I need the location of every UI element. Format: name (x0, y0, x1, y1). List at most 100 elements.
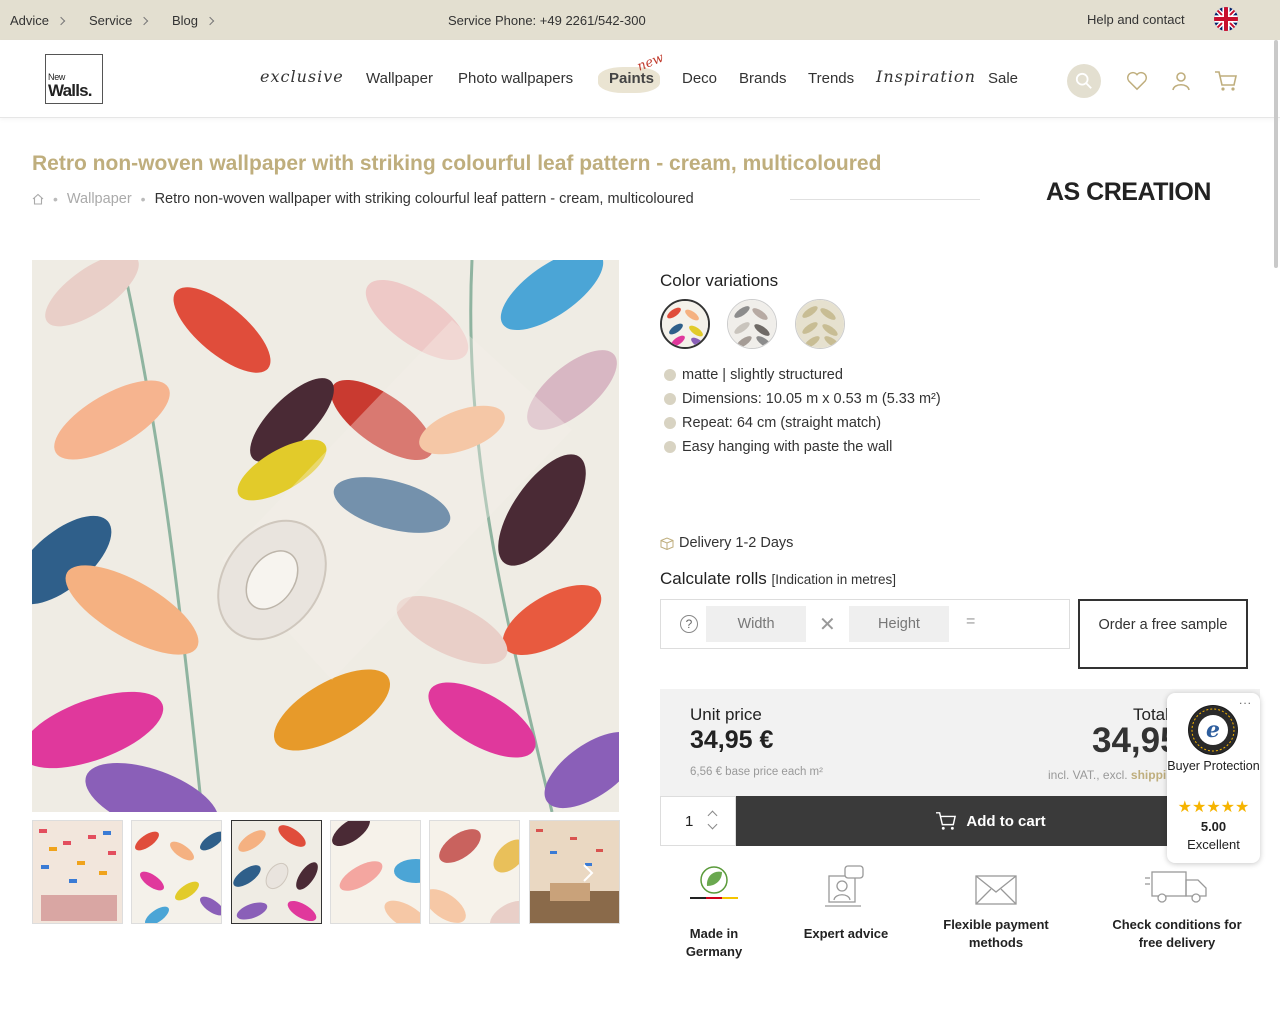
nav-inspiration[interactable]: Inspiration (876, 67, 976, 86)
heart-icon (1127, 71, 1147, 91)
feature-text: matte | slightly structured (682, 367, 843, 383)
vat-note: incl. VAT., excl. shipping (1048, 768, 1181, 782)
help-icon[interactable]: ? (680, 615, 698, 633)
unit-price-value: 34,95 € (690, 726, 774, 754)
advisor-icon (825, 865, 864, 907)
cart-icon (1215, 71, 1237, 91)
feature-item: Easy hanging with paste the wall (664, 439, 892, 455)
usp-flexible-payment: Flexible payment methods (940, 870, 1052, 952)
buyer-protection-label: Buyer Protection (1167, 759, 1260, 773)
vat-text: incl. VAT., excl. (1048, 768, 1128, 782)
feature-text: Repeat: 64 cm (straight match) (682, 415, 882, 431)
breadcrumb-separator: • (140, 191, 146, 207)
add-to-cart-label: Add to cart (966, 812, 1046, 830)
thumbnails-next-button[interactable] (580, 862, 596, 884)
wishlist-button[interactable] (1120, 64, 1154, 98)
more-options-icon[interactable]: ... (1239, 693, 1252, 707)
chevron-right-icon (140, 16, 149, 25)
thumbnail-1[interactable] (32, 820, 123, 924)
blog-link[interactable]: Blog (172, 13, 215, 28)
envelope-icon (975, 875, 1017, 905)
thumbnail-5[interactable] (429, 820, 520, 924)
trusted-shops-seal-icon: e (1188, 705, 1238, 755)
bullet-icon (664, 417, 676, 429)
cart-button[interactable] (1209, 64, 1243, 98)
bullet-icon (664, 393, 676, 405)
usp-made-in-germany: Made in Germany (660, 862, 768, 961)
calculate-rolls-title: Calculate rolls [Indication in metres] (660, 569, 896, 589)
brand-logo[interactable]: AS CREATION (1046, 178, 1211, 207)
feature-item: Repeat: 64 cm (straight match) (664, 415, 881, 431)
service-link[interactable]: Service (89, 13, 149, 28)
thumbnail-3[interactable] (231, 820, 322, 924)
breadcrumb-divider (790, 199, 980, 200)
page-scrollbar[interactable] (1274, 40, 1278, 268)
home-icon[interactable] (32, 193, 44, 205)
thumbnail-6[interactable] (529, 820, 620, 924)
roll-calculator: ? Width ✕ Height = (660, 599, 1070, 649)
nav-deco[interactable]: Deco (682, 70, 717, 87)
logo-line2: Walls. (48, 81, 93, 100)
rating-verdict: Excellent (1187, 837, 1240, 852)
breadcrumb-wallpaper[interactable]: Wallpaper (67, 191, 132, 207)
service-phone: Service Phone: +49 2261/542-300 (448, 13, 646, 28)
help-contact-link[interactable]: Help and contact (1087, 12, 1185, 27)
color-swatch-grey[interactable] (727, 299, 777, 349)
nav-paints[interactable]: Paints (609, 70, 654, 87)
nav-wallpaper[interactable]: Wallpaper (366, 70, 433, 87)
trusted-shops-badge[interactable]: ... e Buyer Protection ★★★★★ 5.00 Excell… (1167, 693, 1260, 863)
nav-trends[interactable]: Trends (808, 70, 854, 87)
rating-value: 5.00 (1200, 819, 1227, 834)
svg-text:e: e (1206, 717, 1220, 743)
nav-brands[interactable]: Brands (739, 70, 787, 87)
newwalls-logo[interactable]: New Walls. (45, 54, 103, 104)
usp-label: Expert advice (803, 926, 889, 941)
base-price: 6,56 € base price each m² (690, 766, 823, 778)
chevron-right-icon (583, 864, 594, 882)
nav-photo-wallpapers[interactable]: Photo wallpapers (458, 70, 573, 87)
user-icon (1172, 72, 1190, 91)
feature-text: Easy hanging with paste the wall (682, 439, 893, 455)
color-swatch-beige[interactable] (795, 299, 845, 349)
thumbnail-4[interactable] (330, 820, 421, 924)
search-icon (1075, 72, 1092, 89)
order-free-sample-button[interactable]: Order a free sample (1078, 599, 1248, 669)
top-bar: Advice Service Blog Service Phone: +49 2… (0, 0, 1280, 40)
uk-flag-icon[interactable] (1214, 7, 1238, 31)
breadcrumb: • Wallpaper • Retro non-woven wallpaper … (32, 191, 694, 207)
thumbnail-2[interactable] (131, 820, 222, 924)
delivery-text: Delivery 1-2 Days (679, 535, 794, 551)
cart-icon (936, 812, 957, 830)
truck-icon (1145, 871, 1207, 903)
height-input[interactable]: Height (849, 606, 949, 642)
feature-text: Dimensions: 10.05 m x 0.53 m (5.33 m²) (682, 391, 941, 407)
chevron-right-icon (56, 16, 66, 25)
advice-link[interactable]: Advice (10, 13, 66, 28)
product-title: Retro non-woven wallpaper with striking … (32, 152, 882, 175)
bullet-icon (664, 369, 676, 381)
nav-exclusive[interactable]: exclusive (260, 67, 344, 86)
bullet-icon (664, 441, 676, 453)
nav-sale[interactable]: Sale (988, 70, 1018, 87)
quantity-stepper[interactable]: 1 (660, 796, 736, 846)
leaf-globe-icon (690, 866, 738, 899)
width-input[interactable]: Width (706, 606, 806, 642)
product-main-image[interactable] (32, 260, 619, 812)
color-variations-title: Color variations (660, 271, 779, 290)
equals-sign: = (966, 613, 976, 630)
quantity-value[interactable]: 1 (685, 813, 693, 830)
search-button[interactable] (1067, 64, 1101, 98)
rating-stars: ★★★★★ (1177, 799, 1250, 816)
main-header: New Walls. exclusive Wallpaper Photo wal… (0, 40, 1280, 118)
account-button[interactable] (1164, 64, 1198, 98)
breadcrumb-current: Retro non-woven wallpaper with striking … (154, 191, 694, 207)
service-label: Service (89, 13, 133, 28)
decrease-icon[interactable] (707, 819, 718, 830)
blog-label: Blog (172, 13, 199, 28)
unit-price-label: Unit price (690, 705, 762, 724)
delivery-info: Delivery 1-2 Days (660, 535, 793, 551)
usp-label: Check conditions for free delivery (1112, 917, 1242, 950)
box-icon (660, 536, 674, 550)
multiply-icon: ✕ (819, 614, 836, 636)
color-swatch-multicolour[interactable] (660, 299, 710, 349)
